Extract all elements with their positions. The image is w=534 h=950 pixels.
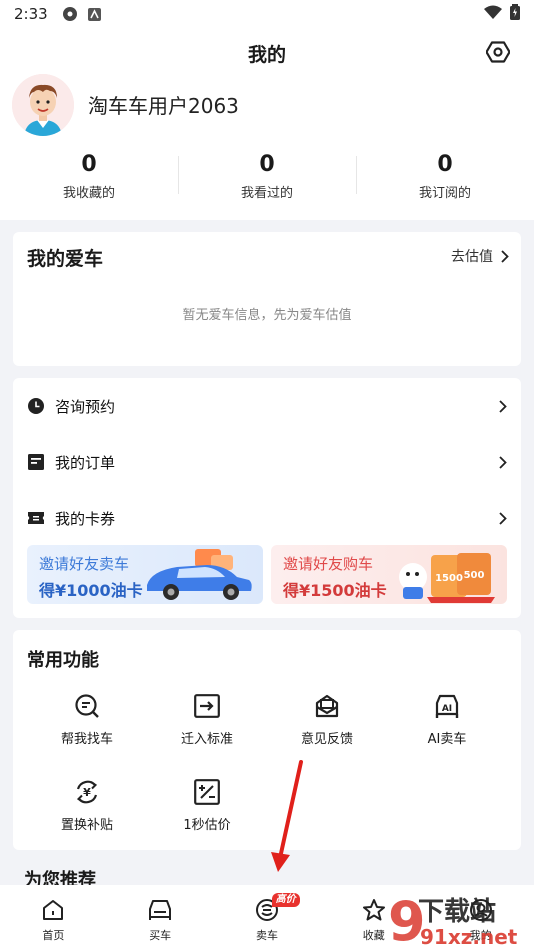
function-label: 意见反馈 — [300, 732, 353, 747]
tab-buy-car[interactable]: 买车 — [107, 885, 214, 950]
tab-label: 首页 — [42, 929, 65, 942]
exchange-icon: ¥ — [73, 778, 101, 806]
valuation-link-label: 去估值 — [451, 249, 493, 265]
yen-icon-text: ¥ — [83, 786, 91, 799]
stat-label: 我收藏的 — [62, 186, 115, 201]
watermark-logo: 9 下载站 91xz.net — [388, 890, 518, 948]
valuation-link[interactable]: 去估值 — [451, 246, 509, 266]
banner-reward: 得¥1000油卡 — [39, 581, 143, 600]
watermark-url: 91xz.net — [420, 925, 518, 948]
tab-label: 买车 — [149, 929, 172, 942]
stat-label: 我看过的 — [240, 186, 293, 201]
app-badge-icon — [87, 7, 101, 21]
wifi-icon — [484, 5, 502, 23]
gear-icon — [486, 41, 510, 63]
banner-reward: 得¥1500油卡 — [283, 581, 387, 600]
order-icon — [27, 453, 45, 471]
ai-icon-text: AI — [442, 704, 452, 714]
search-car-icon — [73, 692, 101, 720]
stat-favorites[interactable]: 0 我收藏的 — [0, 150, 178, 210]
function-feedback[interactable]: 意见反馈 — [267, 692, 387, 747]
tab-sell-car[interactable]: 卖车 高价 — [214, 885, 321, 950]
chevron-right-icon — [499, 511, 507, 525]
tab-home[interactable]: 首页 — [0, 885, 107, 950]
function-label: 1秒估价 — [183, 818, 231, 833]
avatar[interactable] — [12, 74, 74, 136]
banner-title: 邀请好友购车 — [283, 555, 374, 573]
car-icon — [147, 897, 173, 923]
stat-subscribed[interactable]: 0 我订阅的 — [356, 150, 534, 210]
coupon-value-2: 500 — [464, 570, 485, 581]
valuation-icon — [193, 778, 221, 806]
function-label: 置换补贴 — [60, 818, 113, 833]
invite-buy-banner[interactable]: 邀请好友购车 得¥1500油卡 1500 500 — [271, 545, 507, 604]
empty-car-message: 暂无爱车信息，先为爱车估值 — [182, 308, 352, 323]
page-title: 我的 — [247, 44, 286, 66]
feedback-icon — [313, 692, 341, 720]
function-exchange-subsidy[interactable]: ¥ 置换补贴 — [27, 778, 147, 833]
status-time: 2:33 — [14, 5, 48, 23]
username[interactable]: 淘车车用户2063 — [88, 90, 239, 119]
chevron-right-icon — [499, 455, 507, 469]
chevron-right-icon — [499, 399, 507, 413]
function-find-car[interactable]: 帮我找车 — [27, 692, 147, 747]
coupon-illustration-icon: 1500 500 — [399, 553, 495, 603]
function-quick-valuation[interactable]: 1秒估价 — [147, 778, 267, 833]
functions-card: 常用功能 帮我找车 迁入标准 意见反馈 AI AI卖车 ¥ 置换补贴 1秒估价 — [13, 630, 521, 850]
watermark-text: 下载站 — [418, 897, 496, 927]
menu-item-coupons[interactable]: 我的卡券 — [13, 490, 521, 546]
high-price-badge: 高价 — [271, 893, 300, 907]
ticket-icon — [27, 509, 45, 527]
settings-button[interactable] — [484, 38, 512, 66]
menu-item-orders[interactable]: 我的订单 — [13, 434, 521, 490]
stat-value: 0 — [259, 152, 275, 177]
home-icon — [40, 897, 66, 923]
status-bar: 2:33 — [0, 0, 534, 28]
car-illustration-icon — [147, 549, 252, 600]
chevron-right-icon — [501, 249, 509, 263]
menu-card: 咨询预约 我的订单 我的卡券 邀请好友卖车 得¥1000油卡 邀请好友购车 得¥… — [13, 378, 521, 618]
app-notification-icon — [62, 6, 78, 22]
function-label: 迁入标准 — [180, 732, 233, 747]
menu-item-label: 我的订单 — [55, 453, 116, 472]
stat-label: 我订阅的 — [418, 186, 471, 201]
invite-sell-banner[interactable]: 邀请好友卖车 得¥1000油卡 — [27, 545, 263, 604]
stat-viewed[interactable]: 0 我看过的 — [178, 150, 356, 210]
menu-item-label: 我的卡券 — [55, 509, 116, 528]
profile-header: 我的 淘车车用户2063 0 我收藏的 0 我看过的 0 我订阅的 — [0, 28, 534, 220]
move-in-icon — [193, 692, 221, 720]
banner-title: 邀请好友卖车 — [39, 555, 130, 573]
my-car-title: 我的爱车 — [27, 248, 104, 270]
stat-value: 0 — [81, 152, 97, 177]
stats-row: 0 我收藏的 0 我看过的 0 我订阅的 — [0, 150, 534, 210]
function-move-in[interactable]: 迁入标准 — [147, 692, 267, 747]
function-ai-sell[interactable]: AI AI卖车 — [387, 692, 507, 747]
function-label: AI卖车 — [427, 732, 467, 747]
stat-value: 0 — [437, 152, 453, 177]
functions-title: 常用功能 — [27, 650, 99, 671]
clock-icon — [27, 397, 45, 415]
tab-label: 卖车 — [255, 929, 278, 942]
menu-item-consult[interactable]: 咨询预约 — [13, 378, 521, 434]
battery-icon — [510, 4, 520, 24]
function-label: 帮我找车 — [60, 732, 113, 747]
coupon-value-1: 1500 — [435, 573, 463, 584]
menu-item-label: 咨询预约 — [55, 397, 116, 416]
my-car-card: 我的爱车 去估值 暂无爱车信息，先为爱车估值 — [13, 232, 521, 366]
ai-car-icon: AI — [433, 692, 461, 720]
